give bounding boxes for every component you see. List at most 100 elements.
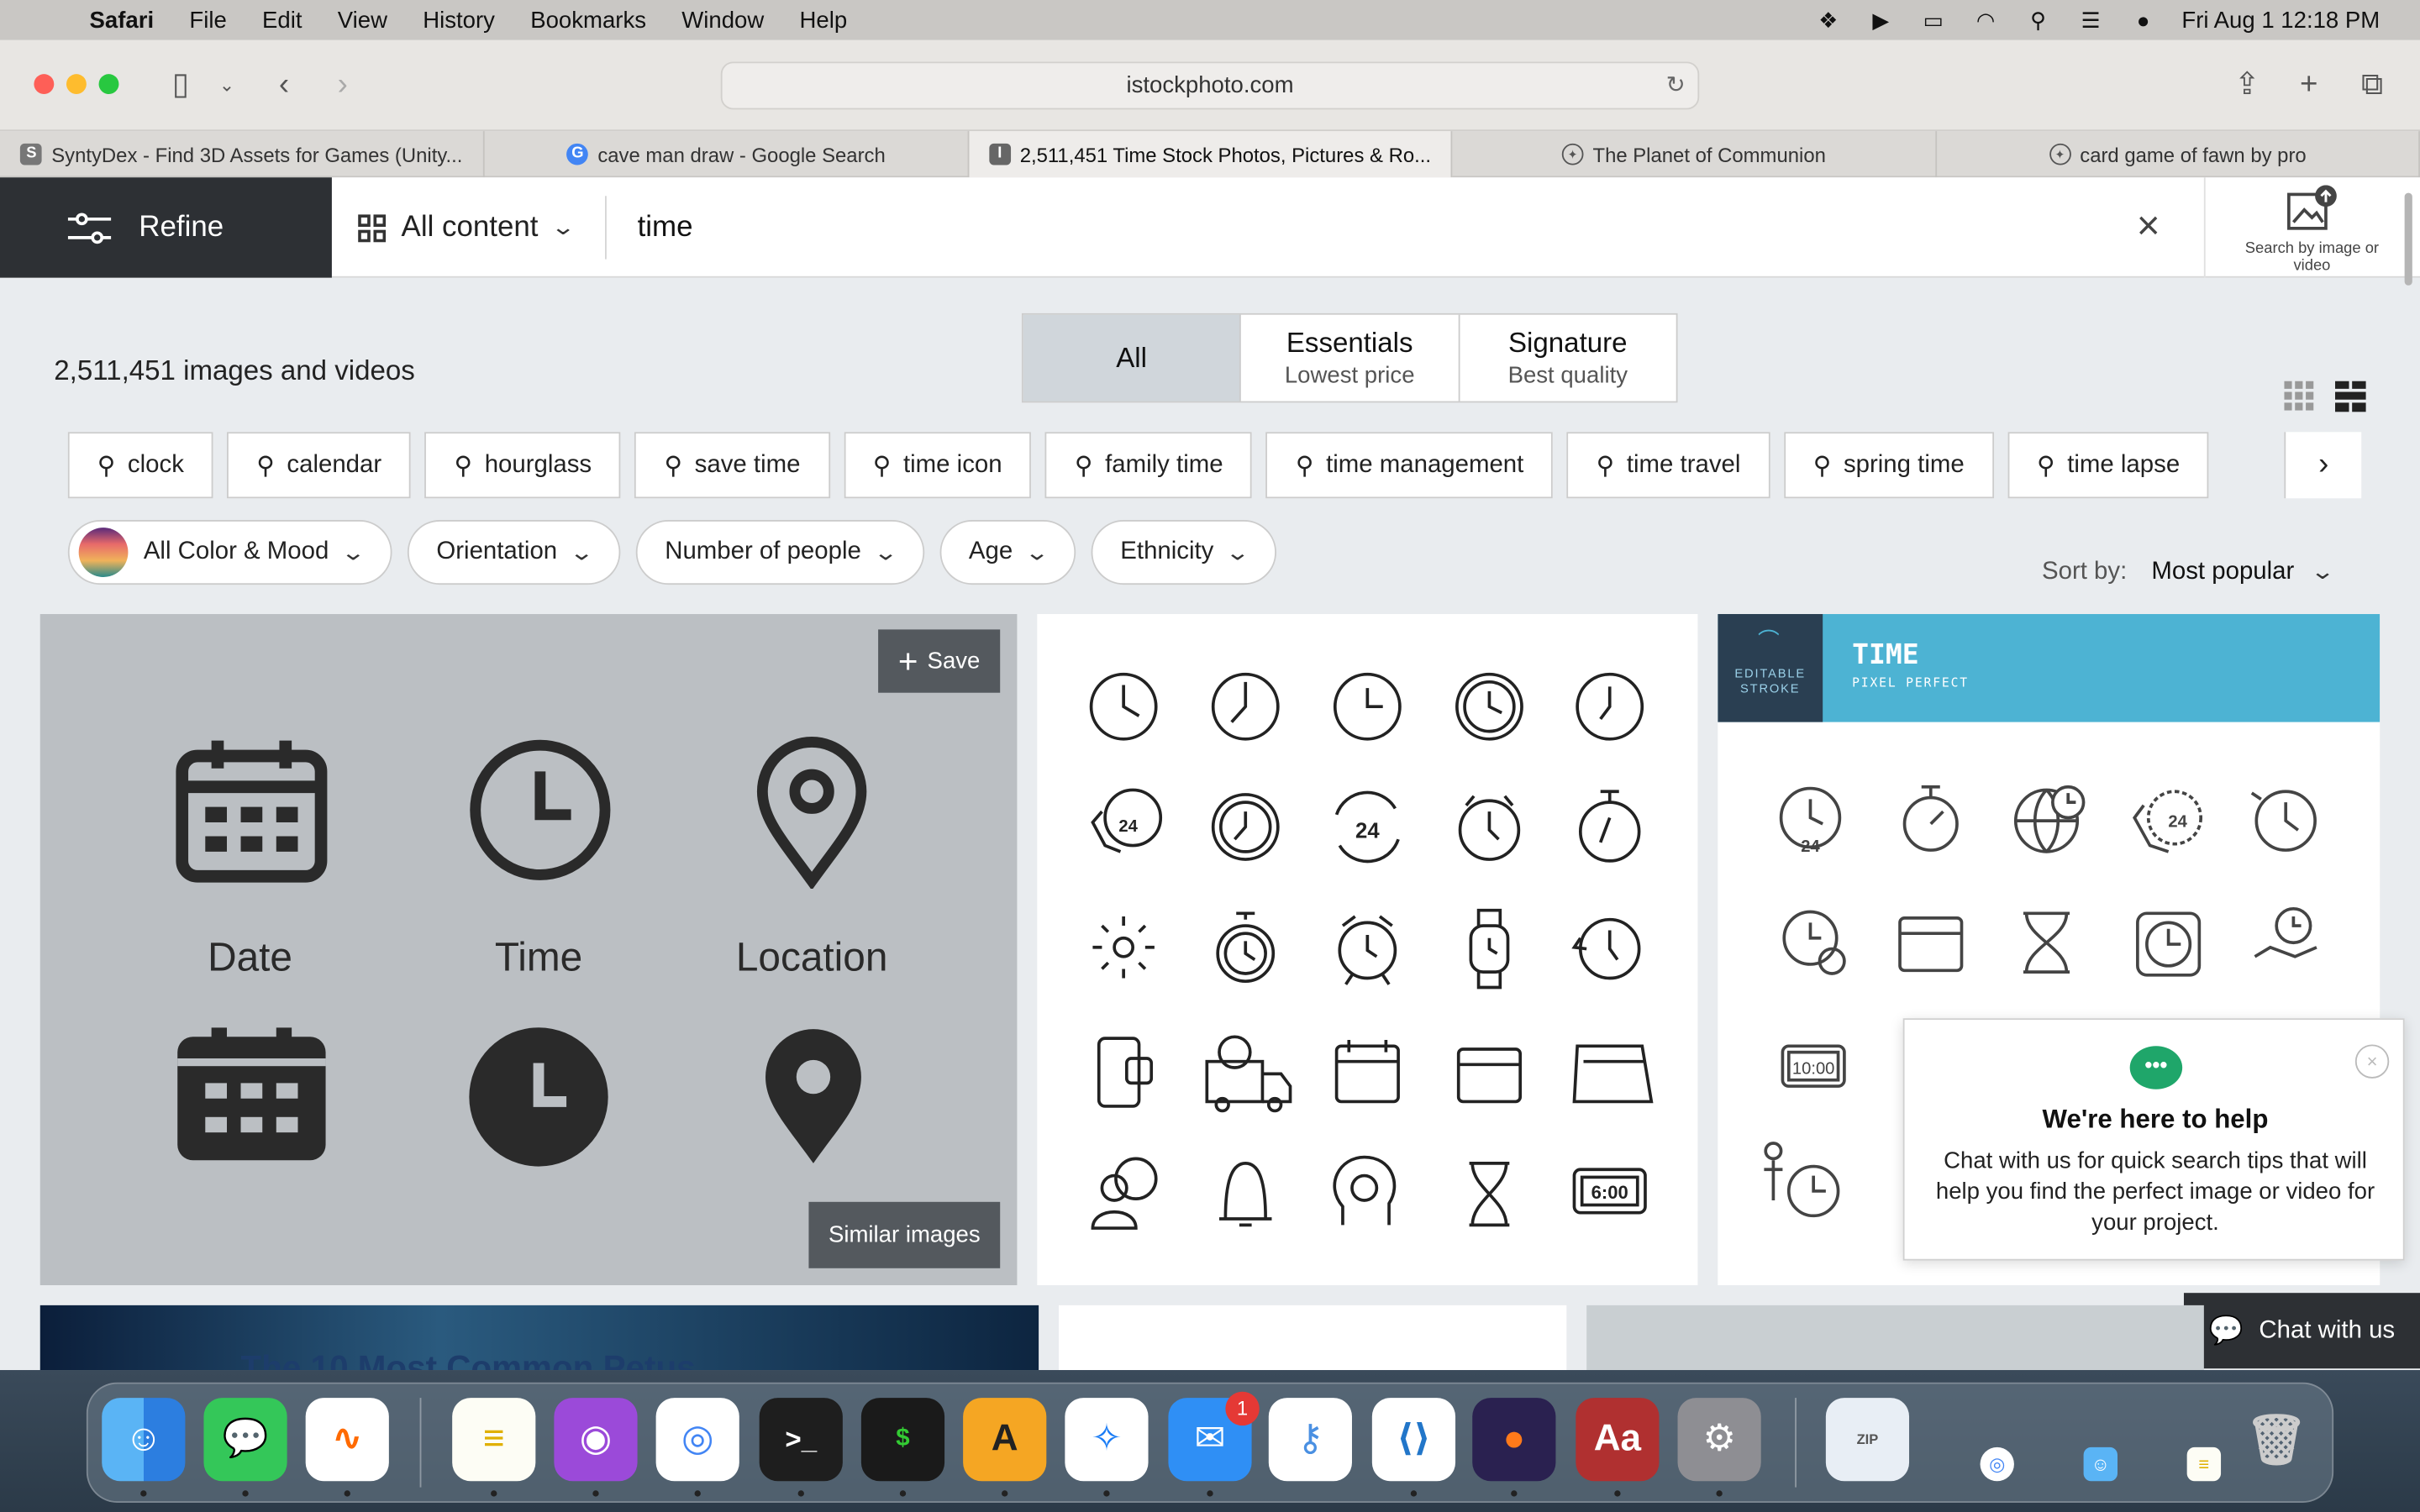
wifi-icon[interactable]: ◠ [1972,8,2000,32]
back-button[interactable]: ‹ [266,68,302,102]
menu-help[interactable]: Help [800,7,848,33]
segment-signature[interactable]: Signature Best quality [1460,315,1676,402]
new-tab-icon[interactable]: + [2291,68,2328,102]
forward-button[interactable]: › [324,68,361,102]
zip-file-icon[interactable]: ZIP [1825,1398,1910,1482]
notes-minimized-icon[interactable]: ≡ [2186,1446,2222,1482]
vectorworks-icon[interactable]: A [963,1398,1047,1482]
result-image-globe[interactable]: The 10 Most Common Petus [39,1305,1039,1371]
vscode-icon[interactable]: ⟨⟩ [1371,1398,1456,1482]
menu-clock[interactable]: Fri Aug 1 12:18 PM [2181,7,2380,33]
zip-label: ZIP [1856,1431,1879,1447]
filter-ethnicity[interactable]: Ethnicity ⌄ [1091,519,1277,585]
tab-group-chevron-icon[interactable]: ⌄ [214,68,239,102]
clear-search-icon[interactable]: × [2130,205,2167,245]
content-type-dropdown[interactable]: All content ⌄ [358,177,576,277]
set-subtitle: PIXEL PERFECT [1852,675,1969,690]
tab-syntydex[interactable]: S SyntyDex - Find 3D Assets for Games (U… [0,131,485,178]
dropbox-icon[interactable]: ❖ [1814,8,1842,32]
close-popup-icon[interactable]: × [2354,1044,2390,1079]
result-image-white[interactable] [1059,1305,1567,1371]
podcasts-icon[interactable]: ◉ [554,1398,638,1482]
safari-icon[interactable]: ✧ [1065,1398,1149,1482]
zoom-window-button[interactable] [98,74,119,95]
firefox-icon[interactable]: ● [1472,1398,1556,1482]
chip-time-travel[interactable]: ⚲ time travel [1566,432,1770,499]
result-image-date-time-location[interactable]: Date Time Location + Save Similar images [39,614,1018,1286]
menu-history[interactable]: History [423,7,495,33]
tab-google[interactable]: G cave man draw - Google Search [485,131,970,178]
menu-bookmarks[interactable]: Bookmarks [530,7,646,33]
menu-edit[interactable]: Edit [262,7,302,33]
menu-app-name[interactable]: Safari [90,7,155,33]
tab-planet[interactable]: ✦ The Planet of Communion [1452,131,1938,178]
menu-window[interactable]: Window [681,7,764,33]
chip-time-lapse[interactable]: ⚲ time lapse [2007,432,2210,499]
chrome-minimized-icon[interactable]: ◎ [1980,1446,2014,1482]
chip-calendar[interactable]: ⚲ calendar [227,432,412,499]
filter-age[interactable]: Age ⌄ [939,519,1076,585]
menu-file[interactable]: File [189,7,226,33]
finder-icon[interactable]: ☺ [102,1398,186,1482]
refine-button[interactable]: Refine [0,177,332,278]
chip-save-time[interactable]: ⚲ save time [634,432,830,499]
segment-all[interactable]: All [1023,314,1242,402]
search-input[interactable]: time [638,177,693,277]
chip-time-icon[interactable]: ⚲ time icon [843,432,1032,499]
play-icon[interactable]: ▶ [1867,8,1895,32]
small-grid-view-icon[interactable] [2284,381,2315,412]
messages-icon[interactable]: 💬 [203,1398,287,1482]
tab-istock[interactable]: I 2,511,451 Time Stock Photos, Pictures … [969,131,1453,178]
filter-orientation[interactable]: Orientation ⌄ [407,519,620,585]
menu-bar: Safari File Edit View History Bookmarks … [0,0,2420,40]
terminal-icon[interactable]: >_ [759,1398,843,1482]
dictionary-icon[interactable]: Aa [1576,1398,1660,1482]
large-grid-view-icon[interactable] [2334,381,2366,412]
result-image-clock-icon-set[interactable]: 24 24 6:00 [1037,614,1698,1286]
reload-icon[interactable]: ↻ [1666,63,1686,108]
chip-time-management[interactable]: ⚲ time management [1265,432,1554,499]
running-indicator [592,1490,599,1497]
close-window-button[interactable] [34,74,55,95]
chip-family-time[interactable]: ⚲ family time [1045,432,1253,499]
filter-number-of-people[interactable]: Number of people ⌄ [635,519,924,585]
chip-hourglass[interactable]: ⚲ hourglass [424,432,622,499]
battery-icon[interactable]: ▭ [1919,8,1947,32]
siri-icon[interactable]: ● [2129,8,2157,32]
sidebar-toggle-icon[interactable]: ▯ [160,68,201,102]
chips-next-button[interactable]: › [2284,432,2362,499]
system-settings-icon[interactable]: ⚙ [1677,1398,1761,1482]
chrome-icon[interactable]: ◎ [655,1398,739,1482]
chip-clock[interactable]: ⚲ clock [67,432,213,499]
share-icon[interactable]: ⇪ [2228,68,2265,102]
collection-selector: All Essentials Lowest price Signature Best… [1021,312,1678,403]
spotlight-search-icon[interactable]: ⚲ [2024,8,2052,32]
search-by-image-button[interactable]: Search by image or video [2235,185,2390,275]
address-bar[interactable]: istockphoto.com ↻ [720,61,1700,110]
menu-view[interactable]: View [338,7,387,33]
trash-icon[interactable]: 🗑 [2235,1398,2318,1481]
tab-label: cave man draw - Google Search [597,142,886,166]
freeform-icon[interactable]: ∿ [305,1398,389,1482]
similar-images-button[interactable]: Similar images [808,1201,1001,1268]
control-center-icon[interactable]: ☰ [2076,8,2104,32]
page-scrollbar[interactable] [2404,192,2412,286]
minimize-window-button[interactable] [66,74,87,95]
finder-minimized-icon[interactable]: ☺ [2083,1446,2118,1482]
chip-spring-time[interactable]: ⚲ spring time [1783,432,1994,499]
search-icon: ⚲ [454,453,473,480]
chat-with-us-button[interactable]: 💬 Chat with us [2183,1293,2420,1369]
iterm-icon[interactable]: $ [860,1398,945,1482]
tab-overview-icon[interactable]: ⧉ [2354,68,2391,102]
sort-dropdown[interactable]: Most popular ⌄ [2151,559,2335,586]
filter-color-mood[interactable]: All Color & Mood ⌄ [67,519,392,585]
rotate-24-label: 24 [1355,819,1380,843]
related-searches: ⚲ clock ⚲ calendar ⚲ hourglass ⚲ save time ⚲… [67,432,2210,499]
segment-subtitle: Lowest price [1284,362,1415,389]
keychain-icon[interactable]: ⚷ [1268,1398,1352,1482]
tab-card-game[interactable]: ✦ card game of fawn by pro [1937,131,2420,178]
result-image-grey[interactable] [1586,1305,2204,1371]
notes-icon[interactable]: ≡ [452,1398,536,1482]
save-button[interactable]: + Save [878,629,1001,693]
segment-essentials[interactable]: Essentials Lowest price [1241,314,1460,402]
